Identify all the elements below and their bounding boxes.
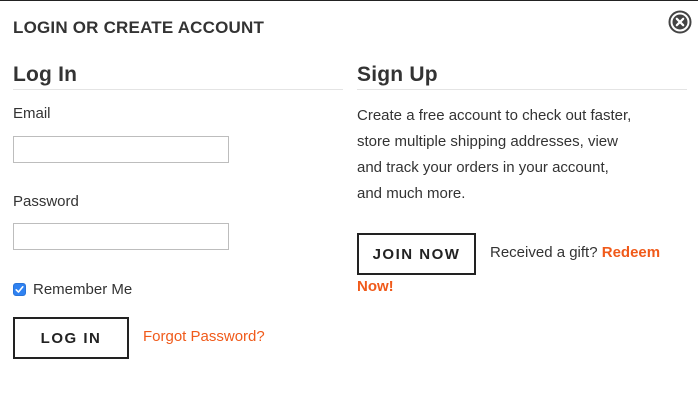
gift-prompt: Received a gift? Redeem [490, 244, 660, 261]
close-button[interactable] [668, 10, 692, 34]
join-now-button[interactable]: JOIN NOW [357, 233, 476, 275]
remember-me-checkbox[interactable] [13, 283, 26, 296]
email-label: Email [13, 105, 51, 122]
signup-heading: Sign Up [357, 63, 687, 90]
login-heading: Log In [13, 63, 343, 90]
modal-title: LOGIN OR CREATE ACCOUNT [13, 18, 265, 37]
signup-description-line: and much more. [357, 185, 466, 202]
close-circle-icon [668, 10, 692, 34]
signup-section: Sign Up Create a free account to check o… [357, 63, 687, 295]
remember-me-label: Remember Me [33, 281, 133, 298]
login-modal: LOGIN OR CREATE ACCOUNT Log In Email Pas… [0, 0, 698, 408]
signup-description: Create a free account to check out faste… [357, 103, 657, 207]
checkmark-icon [15, 286, 24, 293]
login-button[interactable]: LOG IN [13, 317, 129, 359]
login-section: Log In Email Password Remember Me LOG IN… [13, 63, 343, 359]
signup-description-line: store multiple shipping addresses, view [357, 133, 618, 150]
email-field[interactable] [13, 136, 229, 163]
remember-me-row[interactable]: Remember Me [13, 281, 132, 298]
redeem-link-continued[interactable]: Now! [357, 278, 394, 295]
password-field[interactable] [13, 223, 229, 250]
gift-prompt-text: Received a gift? [490, 244, 598, 261]
forgot-password-link[interactable]: Forgot Password? [143, 328, 265, 345]
redeem-link[interactable]: Redeem [602, 244, 660, 261]
password-label: Password [13, 193, 79, 210]
signup-description-line: and track your orders in your account, [357, 159, 609, 176]
signup-description-line: Create a free account to check out faste… [357, 107, 632, 124]
